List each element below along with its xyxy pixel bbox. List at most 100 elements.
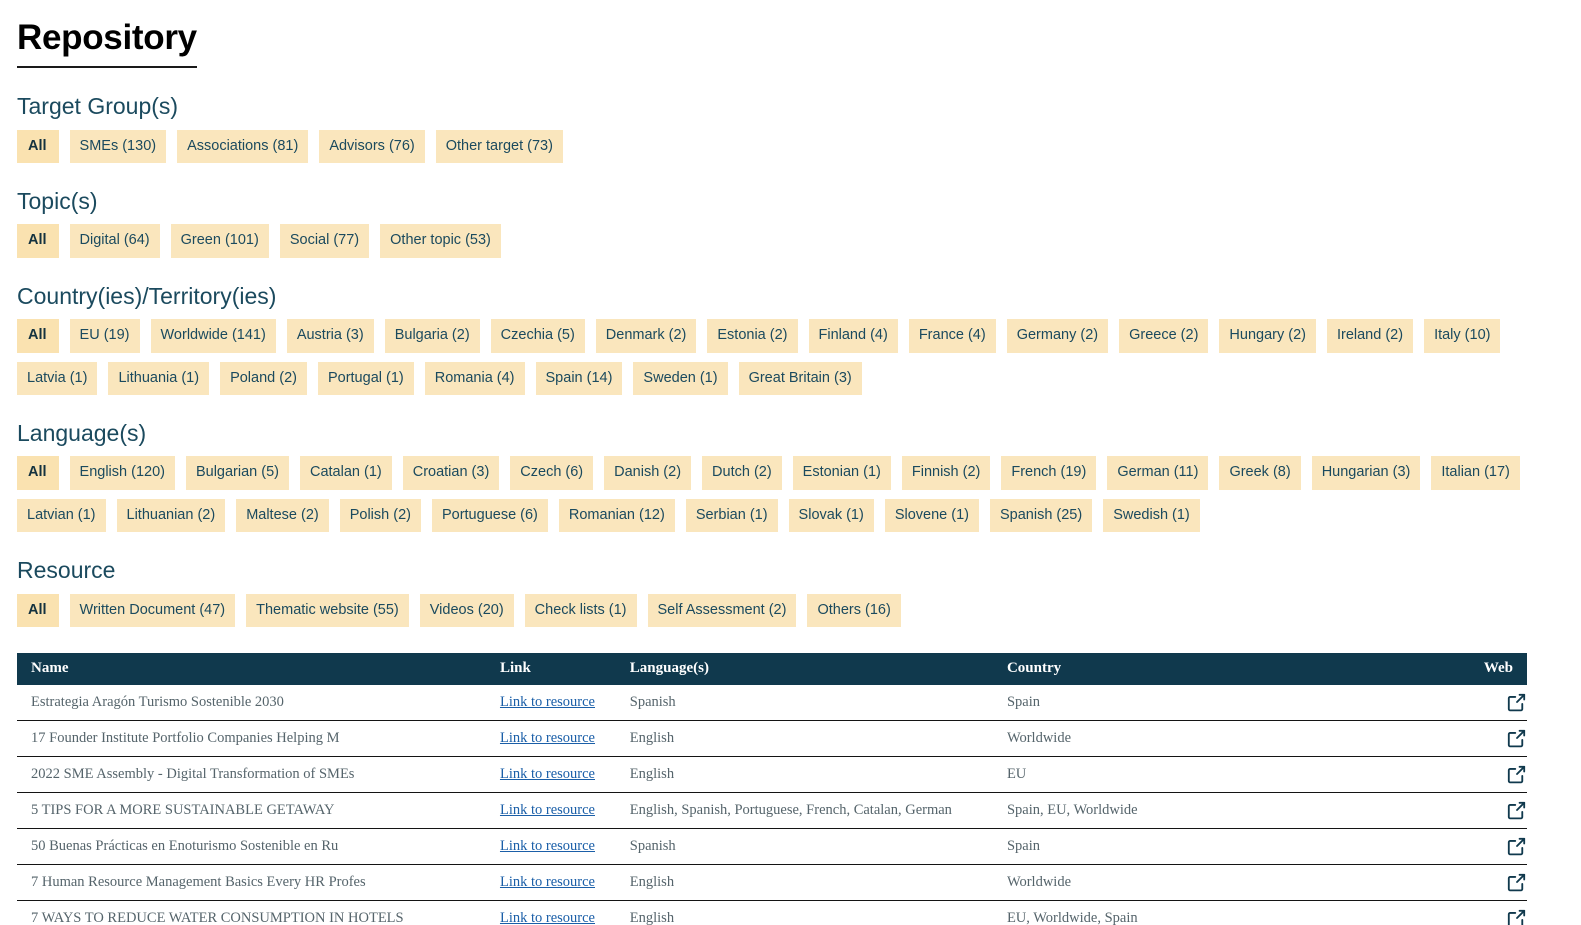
- external-link-icon[interactable]: [1506, 692, 1527, 713]
- facet-tag-language-1[interactable]: English (120): [69, 456, 175, 490]
- facet-tag-language-22[interactable]: Slovak (1): [788, 498, 874, 533]
- facet-tag-language-19[interactable]: Portuguese (6): [431, 498, 548, 533]
- facet-tag-language-15[interactable]: Latvian (1): [17, 498, 106, 533]
- facet-tag-country-territory-3[interactable]: Austria (3): [286, 319, 374, 353]
- column-header-country[interactable]: Country: [992, 653, 1470, 686]
- cell-link: Link to resource: [485, 720, 616, 758]
- cell-web: [1469, 685, 1527, 722]
- facet-tag-target-group-3[interactable]: Advisors (76): [319, 129, 425, 164]
- facet-tag-country-territory-15[interactable]: Latvia (1): [17, 361, 98, 396]
- external-link-icon[interactable]: [1506, 728, 1527, 749]
- facet-tag-topic-0[interactable]: All: [17, 224, 59, 258]
- facet-tag-resource-6[interactable]: Others (16): [807, 593, 901, 628]
- facet-tag-language-7[interactable]: Dutch (2): [702, 456, 782, 490]
- facet-tag-country-territory-18[interactable]: Portugal (1): [317, 361, 414, 396]
- facet-tag-language-8[interactable]: Estonian (1): [792, 456, 891, 490]
- column-header-link[interactable]: Link: [485, 653, 616, 686]
- cell-country: EU, Worldwide, Spain: [992, 900, 1470, 925]
- facet-tag-country-territory-8[interactable]: Finland (4): [808, 319, 898, 353]
- facet-tag-country-territory-4[interactable]: Bulgaria (2): [384, 319, 480, 353]
- facet-tag-target-group-2[interactable]: Associations (81): [177, 129, 309, 164]
- facet-tag-country-territory-17[interactable]: Poland (2): [220, 361, 307, 396]
- facet-tag-topic-4[interactable]: Other topic (53): [380, 224, 501, 258]
- facet-tag-resource-4[interactable]: Check lists (1): [524, 593, 637, 628]
- facet-tag-language-5[interactable]: Czech (6): [510, 456, 594, 490]
- facet-tag-country-territory-21[interactable]: Sweden (1): [633, 361, 728, 396]
- facet-tag-language-16[interactable]: Lithuanian (2): [116, 498, 226, 533]
- column-header-name[interactable]: Name: [17, 653, 486, 686]
- facet-tag-language-12[interactable]: Greek (8): [1219, 456, 1301, 490]
- facet-tag-country-territory-10[interactable]: Germany (2): [1006, 319, 1109, 353]
- cell-country: Spain: [992, 828, 1470, 866]
- facet-tag-country-territory-13[interactable]: Ireland (2): [1326, 319, 1414, 353]
- cell-web: [1469, 720, 1527, 758]
- facet-tag-language-23[interactable]: Slovene (1): [884, 498, 979, 533]
- facet-tag-resource-2[interactable]: Thematic website (55): [246, 593, 409, 628]
- link-to-resource[interactable]: Link to resource: [500, 766, 595, 782]
- facet-tag-target-group-4[interactable]: Other target (73): [435, 129, 563, 164]
- facet-tag-country-territory-5[interactable]: Czechia (5): [490, 319, 585, 353]
- facet-tag-resource-0[interactable]: All: [17, 593, 59, 628]
- facet-tag-country-territory-20[interactable]: Spain (14): [535, 361, 623, 396]
- facet-tag-language-4[interactable]: Croatian (3): [402, 456, 500, 490]
- facet-tag-resource-1[interactable]: Written Document (47): [69, 593, 236, 628]
- facet-tag-language-18[interactable]: Polish (2): [339, 498, 421, 533]
- column-header-web[interactable]: Web: [1469, 653, 1527, 686]
- facet-tag-country-territory-0[interactable]: All: [17, 319, 59, 353]
- cell-name: 17 Founder Institute Portfolio Companies…: [17, 720, 486, 758]
- facet-tag-language-2[interactable]: Bulgarian (5): [185, 456, 289, 490]
- facet-tag-resource-3[interactable]: Videos (20): [419, 593, 514, 628]
- cell-link: Link to resource: [485, 864, 616, 902]
- facet-tag-language-6[interactable]: Danish (2): [604, 456, 692, 490]
- facet-tag-country-territory-14[interactable]: Italy (10): [1424, 319, 1501, 353]
- link-to-resource[interactable]: Link to resource: [500, 730, 595, 746]
- facet-tag-country-territory-22[interactable]: Great Britain (3): [738, 361, 862, 396]
- cell-languages: English: [615, 900, 993, 925]
- facet-tag-topic-1[interactable]: Digital (64): [69, 224, 160, 258]
- facet-tag-language-21[interactable]: Serbian (1): [685, 498, 778, 533]
- facet-tag-country-territory-11[interactable]: Greece (2): [1119, 319, 1209, 353]
- facet-tag-country-territory-19[interactable]: Romania (4): [424, 361, 525, 396]
- link-to-resource[interactable]: Link to resource: [500, 694, 595, 710]
- facet-tag-country-territory-9[interactable]: France (4): [908, 319, 996, 353]
- facet-tag-language-24[interactable]: Spanish (25): [989, 498, 1093, 533]
- table-row: Estrategia Aragón Turismo Sostenible 203…: [17, 685, 1527, 722]
- facet-tag-target-group-0[interactable]: All: [17, 129, 59, 164]
- facet-tag-country-territory-2[interactable]: Worldwide (141): [150, 319, 276, 353]
- facet-tag-target-group-1[interactable]: SMEs (130): [69, 129, 167, 164]
- facet-tag-language-17[interactable]: Maltese (2): [236, 498, 329, 533]
- link-to-resource[interactable]: Link to resource: [500, 874, 595, 890]
- facet-tag-language-10[interactable]: French (19): [1001, 456, 1097, 490]
- facet-tag-country-territory-6[interactable]: Denmark (2): [595, 319, 697, 353]
- link-to-resource[interactable]: Link to resource: [500, 802, 595, 818]
- facet-tag-language-13[interactable]: Hungarian (3): [1311, 456, 1421, 490]
- facet-tag-language-20[interactable]: Romanian (12): [558, 498, 675, 533]
- external-link-icon[interactable]: [1506, 800, 1527, 821]
- facet-tag-language-0[interactable]: All: [17, 456, 59, 490]
- external-link-icon[interactable]: [1506, 764, 1527, 785]
- external-link-icon[interactable]: [1506, 836, 1527, 857]
- external-link-icon[interactable]: [1506, 908, 1527, 925]
- facet-tag-language-14[interactable]: Italian (17): [1431, 456, 1520, 490]
- facet-tag-language-9[interactable]: Finnish (2): [901, 456, 991, 490]
- facet-tag-language-25[interactable]: Swedish (1): [1103, 498, 1200, 533]
- link-to-resource[interactable]: Link to resource: [500, 910, 595, 925]
- facet-tag-topic-3[interactable]: Social (77): [279, 224, 370, 258]
- facet-tag-topic-2[interactable]: Green (101): [170, 224, 269, 258]
- column-header-languages[interactable]: Language(s): [615, 653, 993, 686]
- cell-link: Link to resource: [485, 792, 616, 830]
- facet-tag-country-territory-7[interactable]: Estonia (2): [707, 319, 798, 353]
- external-link-icon[interactable]: [1506, 872, 1527, 893]
- facet-tag-country-territory-16[interactable]: Lithuania (1): [108, 361, 210, 396]
- facet-filters: Target Group(s) All SMEs (130) Associations…: [17, 93, 1581, 628]
- cell-web: [1469, 900, 1527, 925]
- facet-tag-language-11[interactable]: German (11): [1107, 456, 1209, 490]
- facet-section-country-territory: Country(ies)/Territory(ies) All EU (19) Wor…: [17, 283, 1581, 396]
- link-to-resource[interactable]: Link to resource: [500, 838, 595, 854]
- cell-languages: English: [615, 756, 993, 794]
- facet-tag-resource-5[interactable]: Self Assessment (2): [647, 593, 797, 628]
- facet-tag-country-territory-12[interactable]: Hungary (2): [1219, 319, 1316, 353]
- table-row: 2022 SME Assembly - Digital Transformati…: [17, 756, 1527, 794]
- facet-tag-country-territory-1[interactable]: EU (19): [69, 319, 140, 353]
- facet-tag-language-3[interactable]: Catalan (1): [299, 456, 392, 490]
